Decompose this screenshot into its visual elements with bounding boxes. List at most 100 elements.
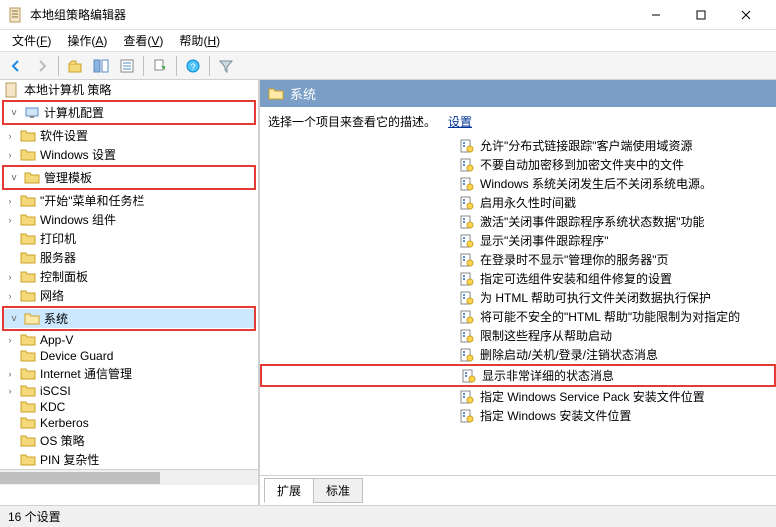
tree-label: 网络 xyxy=(40,287,64,304)
menu-file[interactable]: 文件(F) xyxy=(4,30,59,51)
expander-icon[interactable]: › xyxy=(4,149,16,161)
scrollbar-thumb[interactable] xyxy=(0,472,160,484)
minimize-button[interactable] xyxy=(633,1,678,29)
expander-icon[interactable]: ⅴ xyxy=(8,107,20,119)
menu-action[interactable]: 操作(A) xyxy=(59,30,115,51)
menu-help[interactable]: 帮助(H) xyxy=(171,30,228,51)
setting-item[interactable]: 删除启动/关机/登录/注销状态消息 xyxy=(260,345,776,364)
folder-icon xyxy=(20,289,36,303)
tree-printers[interactable]: 打印机 xyxy=(0,229,258,248)
menu-view[interactable]: 查看(V) xyxy=(115,30,171,51)
tree-start-menu[interactable]: › "开始"菜单和任务栏 xyxy=(0,191,258,210)
tree-os-policy[interactable]: OS 策略 xyxy=(0,431,258,450)
folder-icon xyxy=(20,453,36,467)
tree-windows-settings[interactable]: › Windows 设置 xyxy=(0,145,258,164)
tab-extended[interactable]: 扩展 xyxy=(264,478,314,503)
expander-spacer xyxy=(4,401,16,413)
expander-icon[interactable]: › xyxy=(4,195,16,207)
tree-hscrollbar[interactable] xyxy=(0,469,258,485)
tree-label: Kerberos xyxy=(40,416,89,430)
tree-windows-components[interactable]: › Windows 组件 xyxy=(0,210,258,229)
tree-software[interactable]: › 软件设置 xyxy=(0,126,258,145)
setting-label: Windows 系统关闭发生后不关闭系统电源。 xyxy=(480,175,712,192)
policy-setting-icon xyxy=(460,158,474,172)
expander-icon[interactable]: › xyxy=(4,214,16,226)
setting-item[interactable]: 为 HTML 帮助可执行文件关闭数据执行保护 xyxy=(260,288,776,307)
expander-icon[interactable]: › xyxy=(4,271,16,283)
folder-icon xyxy=(20,129,36,143)
expander-spacer xyxy=(4,350,16,362)
setting-item[interactable]: 将可能不安全的"HTML 帮助"功能限制为对指定的 xyxy=(260,307,776,326)
close-button[interactable] xyxy=(723,1,768,29)
tree-pin-complex[interactable]: PIN 复杂性 xyxy=(0,450,258,469)
folder-icon xyxy=(20,333,36,347)
setting-item[interactable]: 显示非常详细的状态消息 xyxy=(260,364,776,387)
folder-icon xyxy=(20,416,36,430)
tree-computer-config[interactable]: ⅴ 计算机配置 xyxy=(4,103,254,122)
tree-device-guard[interactable]: Device Guard xyxy=(0,348,258,364)
setting-label: 允许"分布式链接跟踪"客户端使用域资源 xyxy=(480,137,693,154)
tree-admin-templates[interactable]: ⅴ 管理模板 xyxy=(4,168,254,187)
policy-setting-icon xyxy=(460,139,474,153)
tree-iscsi[interactable]: › iSCSI xyxy=(0,383,258,399)
tree-network[interactable]: › 网络 xyxy=(0,286,258,305)
expander-spacer xyxy=(4,454,16,466)
tree-panel[interactable]: 本地计算机 策略 ⅴ 计算机配置 › 软件设置 › Windows 设置 ⅴ xyxy=(0,80,260,505)
tree-app-v[interactable]: › App-V xyxy=(0,332,258,348)
tree-kerberos[interactable]: Kerberos xyxy=(0,415,258,431)
expander-icon[interactable]: › xyxy=(4,385,16,397)
expander-icon[interactable]: ⅴ xyxy=(8,313,20,325)
setting-item[interactable]: 激活"关闭事件跟踪程序系统状态数据"功能 xyxy=(260,212,776,231)
help-button[interactable]: ? xyxy=(181,54,205,78)
setting-item[interactable]: Windows 系统关闭发生后不关闭系统电源。 xyxy=(260,174,776,193)
properties-button[interactable] xyxy=(115,54,139,78)
tree-root[interactable]: 本地计算机 策略 xyxy=(0,80,258,99)
settings-list[interactable]: 允许"分布式链接跟踪"客户端使用域资源不要自动加密移到加密文件夹中的文件Wind… xyxy=(260,134,776,475)
filter-button[interactable] xyxy=(214,54,238,78)
setting-item[interactable]: 显示"关闭事件跟踪程序" xyxy=(260,231,776,250)
expander-icon[interactable]: › xyxy=(4,290,16,302)
expander-icon[interactable]: › xyxy=(4,334,16,346)
policy-setting-icon xyxy=(460,310,474,324)
tree-label: 控制面板 xyxy=(40,268,88,285)
setting-item[interactable]: 启用永久性时间戳 xyxy=(260,193,776,212)
setting-item[interactable]: 指定 Windows Service Pack 安装文件位置 xyxy=(260,387,776,406)
policy-setting-icon xyxy=(460,215,474,229)
tree-label: Windows 组件 xyxy=(40,211,116,228)
tree-internet-mgmt[interactable]: › Internet 通信管理 xyxy=(0,364,258,383)
computer-icon xyxy=(24,105,40,121)
export-button[interactable] xyxy=(148,54,172,78)
setting-label: 指定可选组件安装和组件修复的设置 xyxy=(480,270,672,287)
tree-control-panel[interactable]: › 控制面板 xyxy=(0,267,258,286)
up-button[interactable] xyxy=(63,54,87,78)
expander-icon[interactable]: › xyxy=(4,368,16,380)
tree-label: 管理模板 xyxy=(44,169,92,186)
setting-item[interactable]: 在登录时不显示"管理你的服务器"页 xyxy=(260,250,776,269)
forward-button[interactable] xyxy=(30,54,54,78)
expander-icon[interactable]: ⅴ xyxy=(8,172,20,184)
expander-icon[interactable]: › xyxy=(4,130,16,142)
maximize-button[interactable] xyxy=(678,1,723,29)
window-controls xyxy=(633,1,768,29)
setting-item[interactable]: 指定可选组件安装和组件修复的设置 xyxy=(260,269,776,288)
setting-item[interactable]: 限制这些程序从帮助启动 xyxy=(260,326,776,345)
folder-icon xyxy=(20,400,36,414)
back-button[interactable] xyxy=(4,54,28,78)
setting-item[interactable]: 允许"分布式链接跟踪"客户端使用域资源 xyxy=(260,136,776,155)
policy-setting-icon xyxy=(460,390,474,404)
svg-text:?: ? xyxy=(190,62,195,72)
policy-setting-icon xyxy=(460,329,474,343)
setting-item[interactable]: 不要自动加密移到加密文件夹中的文件 xyxy=(260,155,776,174)
details-panel: 系统 选择一个项目来查看它的描述。 设置 允许"分布式链接跟踪"客户端使用域资源… xyxy=(260,80,776,505)
folder-open-icon xyxy=(24,312,40,326)
settings-column-header[interactable]: 设置 xyxy=(448,113,472,130)
tree-servers[interactable]: 服务器 xyxy=(0,248,258,267)
tree-system[interactable]: ⅴ 系统 xyxy=(4,309,254,328)
show-hide-tree-button[interactable] xyxy=(89,54,113,78)
tree-kdc[interactable]: KDC xyxy=(0,399,258,415)
setting-item[interactable]: 指定 Windows 安装文件位置 xyxy=(260,406,776,425)
tree-label: Device Guard xyxy=(40,349,113,363)
tab-standard[interactable]: 标准 xyxy=(313,478,363,503)
folder-icon xyxy=(24,171,40,185)
tree-label: App-V xyxy=(40,333,73,347)
